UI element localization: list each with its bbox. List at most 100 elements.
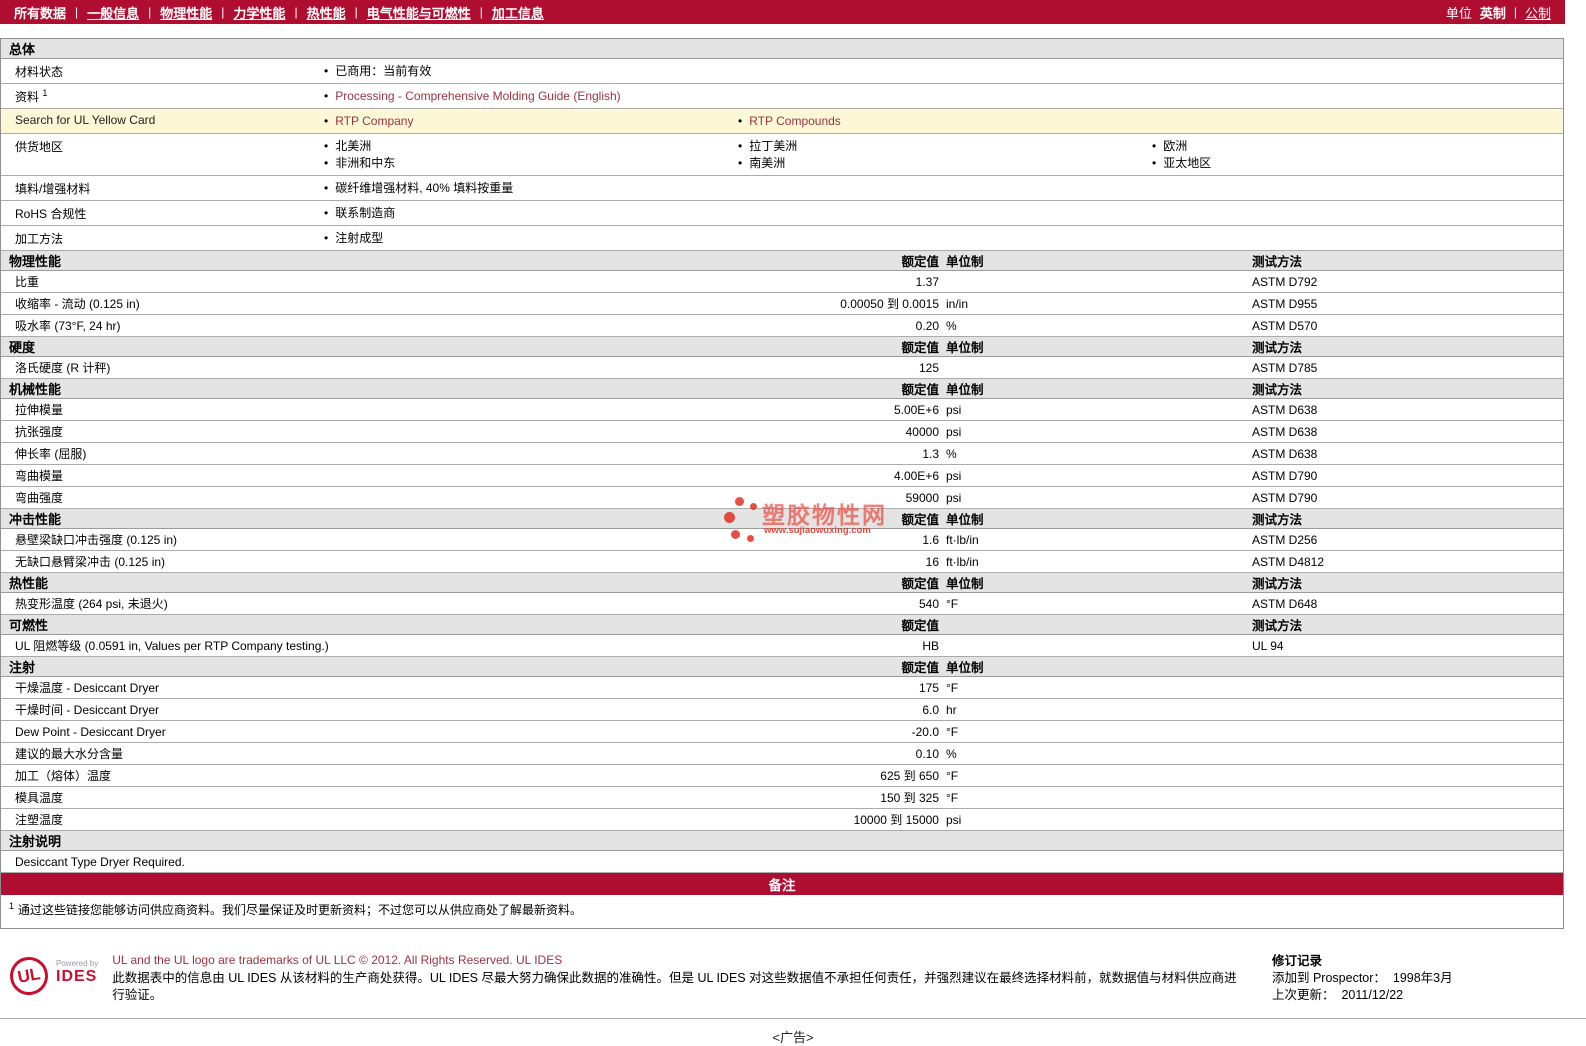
property-row: 模具温度 150 到 325 °F (1, 787, 1563, 809)
ides-logo-text: IDES (56, 968, 98, 985)
bullet-column (1144, 201, 1558, 205)
property-row: 建议的最大水分含量 0.10% (1, 743, 1563, 765)
row-label: 材料状态 (15, 65, 64, 79)
units-separator: | (1513, 5, 1517, 19)
units-label: 单位 (1445, 5, 1472, 21)
column-header-value: 额定值 (901, 577, 939, 591)
general-row: 材料状态 • 已商用：当前有效 (1, 59, 1563, 84)
property-value: 150 到 325 (880, 791, 939, 805)
section-title: 注射 (9, 660, 36, 675)
property-value: 16 (925, 554, 939, 569)
property-test-method: ASTM D790 (1252, 468, 1318, 483)
column-header-method: 测试方法 (1252, 341, 1303, 355)
bullet-icon: • (324, 181, 329, 195)
property-value: 125 (918, 360, 939, 375)
property-row: 加工（熔体）温度 625 到 650 °F (1, 765, 1563, 787)
bullet-icon: • (738, 114, 743, 128)
unit-metric-link[interactable]: 公制 (1525, 3, 1551, 22)
row-label: 填料/增强材料 (15, 182, 91, 196)
property-label: 比重 (15, 275, 40, 289)
footer-trademark-line: UL and the UL logo are trademarks of UL … (112, 953, 563, 967)
property-unit: psi (946, 402, 962, 417)
nav-item-2[interactable]: 一般信息 (87, 3, 139, 22)
row-label: Search for UL Yellow Card (15, 113, 156, 127)
section-header: 硬度 额定值 单位制 测试方法 (1, 337, 1563, 357)
material-datasheet-table: 总体 材料状态 • 已商用：当前有效 资料 1 • Processing - Compreh… (0, 38, 1564, 929)
property-row: 热变形温度 (264 psi, 未退火) 540 °F ASTM D648 (1, 593, 1563, 615)
footnote-marker: 1 (42, 88, 48, 98)
revision-title: 修订记录 (1272, 954, 1323, 968)
section-header-process-notes: 注射说明 (1, 831, 1563, 851)
bullet-icon: • (324, 89, 329, 103)
nav-item-6[interactable]: 电气性能与可燃性 (367, 3, 471, 22)
nav-item-3[interactable]: 物理性能 (160, 3, 212, 22)
property-row: 无缺口悬臂梁冲击 (0.125 in) 16 ft·lb/in ASTM D4812 (1, 551, 1563, 573)
bullet-text: 非洲和中东 (335, 156, 396, 170)
property-value: 10000 到 15000 (853, 813, 939, 827)
remarks-title: 备注 (768, 877, 796, 893)
bullet-column (730, 201, 1144, 205)
property-row: 洛氏硬度 (R 计秤) 125 ASTM D785 (1, 357, 1563, 379)
section-title: 机械性能 (9, 382, 62, 397)
bullet-column (730, 84, 1144, 88)
property-label: 抗张强度 (15, 425, 64, 439)
property-value: 0.10 (915, 746, 939, 761)
bullet-icon: • (738, 139, 743, 153)
bullet-column: • 拉丁美洲 • 南美洲 (730, 134, 1144, 172)
property-value: 1.3 (922, 446, 939, 461)
bullet-item: • 拉丁美洲 (730, 138, 1144, 155)
property-label: 吸水率 (73°F, 24 hr) (15, 319, 121, 333)
bullet-icon: • (1152, 156, 1157, 170)
bullet-column (730, 226, 1144, 230)
powered-by-label: Powered by (56, 959, 99, 968)
column-header-method: 测试方法 (1252, 577, 1303, 591)
bullet-icon: • (738, 156, 743, 170)
property-test-method: ASTM D638 (1252, 402, 1318, 417)
nav-item-7[interactable]: 加工信息 (492, 3, 544, 22)
general-row: 加工方法 • 注射成型 (1, 226, 1563, 251)
section-header: 机械性能 额定值 单位制 测试方法 (1, 379, 1563, 399)
property-label: 建议的最大水分含量 (15, 747, 124, 761)
property-row: 弯曲强度 59000 psi ASTM D790 (1, 487, 1563, 509)
bullet-column: • 已商用：当前有效 (316, 59, 730, 80)
bullet-column: • 欧洲 • 亚太地区 (1144, 134, 1558, 172)
bullet-link[interactable]: Processing - Comprehensive Molding Guide… (335, 88, 620, 105)
bullet-column: • 注射成型 (316, 226, 730, 247)
ul-logo-icon: UL (6, 953, 52, 999)
bullet-link[interactable]: RTP Compounds (749, 113, 841, 130)
general-row: Search for UL Yellow Card • RTP Company • RT… (1, 109, 1563, 134)
nav-item-4[interactable]: 力学性能 (233, 3, 285, 22)
bullet-text: 联系制造商 (335, 206, 396, 220)
property-test-method: ASTM D790 (1252, 490, 1318, 505)
property-unit: ft·lb/in (946, 532, 979, 547)
property-test-method: ASTM D792 (1252, 274, 1318, 289)
property-value: 4.00E+6 (893, 468, 939, 483)
bullet-link[interactable]: RTP Company (335, 113, 413, 130)
column-header-value: 额定值 (901, 619, 939, 633)
property-label: 弯曲模量 (15, 469, 64, 483)
property-row: 比重 1.37 ASTM D792 (1, 271, 1563, 293)
bullet-column (1144, 84, 1558, 88)
nav-links: 所有数据 | 一般信息 | 物理性能 | 力学性能 | 热性能 | 电气性能与可燃性 | 加工信息 (14, 3, 544, 22)
general-row: 资料 1 • Processing - Comprehensive Molding … (1, 84, 1563, 109)
bullet-item: • RTP Compounds (730, 113, 1144, 130)
property-value: 59000 (905, 490, 939, 505)
section-header: 可燃性 额定值 测试方法 (1, 615, 1563, 635)
nav-item-5[interactable]: 热性能 (307, 3, 346, 22)
property-unit: °F (946, 790, 959, 805)
nav-item-1[interactable]: 所有数据 (14, 3, 66, 22)
property-test-method: ASTM D4812 (1252, 554, 1325, 569)
section-title: 注射说明 (9, 834, 62, 849)
property-row: 吸水率 (73°F, 24 hr) 0.20% ASTM D570 (1, 315, 1563, 337)
section-title: 物理性能 (9, 254, 62, 269)
bullet-column: • 联系制造商 (316, 201, 730, 222)
property-unit: °F (946, 680, 959, 695)
section-header: 注射 额定值 单位制 (1, 657, 1563, 677)
footer: UL Powered by IDES UL and the UL logo ar… (0, 949, 1564, 1004)
footer-disclaimer-cn: 此数据表中的信息由 UL IDES 从该材料的生产商处获得。UL IDES 尽最… (112, 971, 1237, 1002)
units-switcher: 单位 英制 | 公制 (1446, 3, 1551, 22)
column-header-unit: 单位制 (946, 383, 984, 397)
bullet-icon: • (324, 114, 329, 128)
property-test-method: UL 94 (1252, 638, 1284, 653)
nav-separator: | (479, 5, 483, 19)
